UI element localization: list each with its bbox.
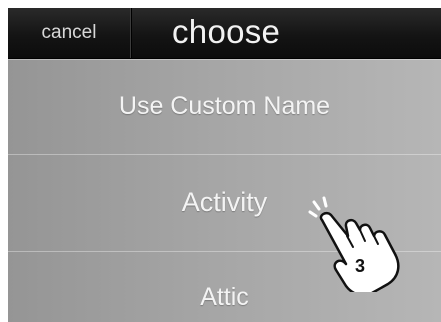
list-item-label: Activity [181,187,268,217]
choice-list: Use Custom Name Activity Attic [8,59,441,322]
list-item-attic[interactable]: Attic [8,251,441,322]
list-item-label: Attic [200,283,249,311]
list-item-use-custom-name[interactable]: Use Custom Name [8,59,441,155]
header-divider [130,8,131,58]
list-item-label: Use Custom Name [118,92,331,120]
cancel-button[interactable]: cancel [8,8,130,58]
top-bar: cancel choose [8,8,441,59]
list-item-activity[interactable]: Activity [8,154,441,252]
device-frame: cancel choose Use Custom Name Activity A… [0,0,441,322]
page-title: choose [172,13,281,50]
screen: cancel choose Use Custom Name Activity A… [8,8,441,322]
